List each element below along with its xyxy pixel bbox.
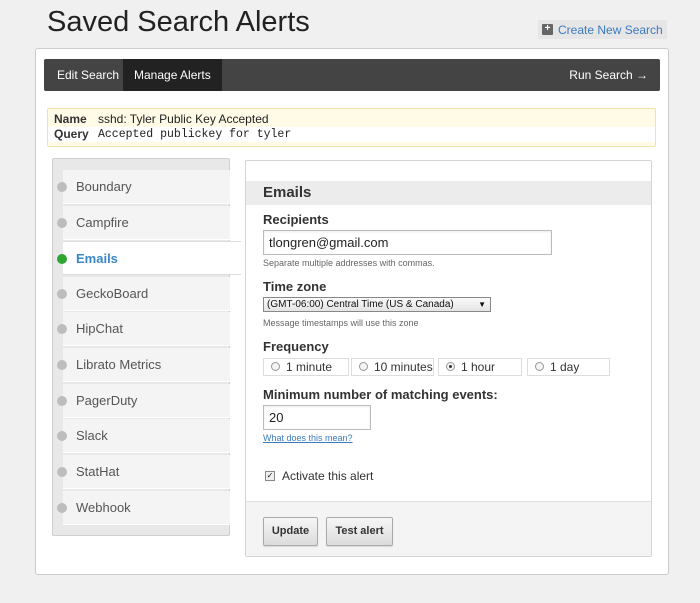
timezone-select[interactable]: (GMT-06:00) Central Time (US & Canada) ▼ xyxy=(263,297,491,312)
status-dot xyxy=(57,360,67,370)
timezone-value: (GMT-06:00) Central Time (US & Canada) xyxy=(267,299,454,310)
sidebar-item-campfire[interactable]: Campfire xyxy=(57,206,230,240)
sidebar-item-label: Emails xyxy=(76,251,118,266)
sidebar-item-label: Webhook xyxy=(76,500,131,515)
status-dot xyxy=(57,431,67,441)
sidebar-item-label: Slack xyxy=(76,428,108,443)
sidebar-item-label: PagerDuty xyxy=(76,393,138,408)
sidebar-item-slack[interactable]: Slack xyxy=(57,419,230,453)
run-search-link[interactable]: Run Search → xyxy=(569,59,648,91)
status-dot-active xyxy=(57,254,67,264)
frequency-label: Frequency xyxy=(263,339,329,354)
sidebar-item-label: Librato Metrics xyxy=(76,357,162,372)
sidebar-item-geckoboard[interactable]: GeckoBoard xyxy=(57,277,230,311)
min-events-input[interactable] xyxy=(263,405,371,430)
chevron-down-icon: ▼ xyxy=(478,300,486,309)
frequency-option-label: 1 hour xyxy=(461,360,496,374)
update-button[interactable]: Update xyxy=(263,517,318,546)
tab-edit-search[interactable]: Edit Search xyxy=(46,59,130,91)
timezone-label: Time zone xyxy=(263,279,327,294)
status-dot xyxy=(57,467,67,477)
radio-icon xyxy=(535,362,544,371)
search-name: sshd: Tyler Public Key Accepted xyxy=(98,112,269,126)
frequency-option-1-hour[interactable]: 1 hour xyxy=(438,358,522,376)
status-dot xyxy=(57,182,67,192)
activate-label: Activate this alert xyxy=(282,469,374,483)
sidebar-item-hipchat[interactable]: HipChat xyxy=(57,312,230,346)
email-alert-panel: Emails Recipients Separate multiple addr… xyxy=(245,160,652,557)
panel-heading: Emails xyxy=(246,181,651,205)
sidebar-item-label: GeckoBoard xyxy=(76,286,149,301)
frequency-option-label: 1 minute xyxy=(286,360,333,374)
frequency-option-10-minutes[interactable]: 10 minutes xyxy=(351,358,434,376)
status-dot xyxy=(57,324,67,334)
frequency-option-1-minute[interactable]: 1 minute xyxy=(263,358,349,376)
sidebar-item-label: Campfire xyxy=(76,215,129,230)
status-dot xyxy=(57,289,67,299)
frequency-option-label: 1 day xyxy=(550,360,580,374)
sidebar-item-boundary[interactable]: Boundary xyxy=(57,170,230,204)
recipients-input[interactable] xyxy=(263,230,552,255)
sidebar-item-emails[interactable]: Emails xyxy=(57,241,241,275)
sidebar-item-label: Boundary xyxy=(76,179,132,194)
what-does-this-mean-link[interactable]: What does this mean? xyxy=(263,433,353,443)
query-label: Query xyxy=(54,127,89,141)
radio-icon xyxy=(271,362,280,371)
timezone-hint: Message timestamps will use this zone xyxy=(263,318,419,328)
tab-manage-alerts[interactable]: Manage Alerts xyxy=(123,59,222,91)
plus-icon: + xyxy=(542,24,553,35)
name-label: Name xyxy=(54,112,87,126)
search-info: Name sshd: Tyler Public Key Accepted Que… xyxy=(47,108,656,147)
status-dot xyxy=(57,503,67,513)
recipients-label: Recipients xyxy=(263,212,329,227)
status-dot xyxy=(57,396,67,406)
frequency-option-label: 10 minutes xyxy=(374,360,433,374)
recipients-hint: Separate multiple addresses with commas. xyxy=(263,258,435,268)
alert-type-sidebar: Boundary Campfire Emails GeckoBoard HipC… xyxy=(52,158,241,536)
min-events-label: Minimum number of matching events: xyxy=(263,387,498,402)
sidebar-item-webhook[interactable]: Webhook xyxy=(57,491,230,525)
sidebar-item-stathat[interactable]: StatHat xyxy=(57,455,230,489)
top-nav: Edit Search Manage Alerts Run Search → xyxy=(44,59,660,91)
create-new-search-link[interactable]: + Create New Search xyxy=(538,20,667,39)
activate-checkbox[interactable]: ✓ xyxy=(265,471,275,481)
status-dot xyxy=(57,218,67,228)
sidebar-item-pagerduty[interactable]: PagerDuty xyxy=(57,384,230,418)
panel-footer: Update Test alert xyxy=(246,501,651,556)
sidebar-item-label: StatHat xyxy=(76,464,120,479)
search-query: Accepted publickey for tyler xyxy=(98,128,292,141)
radio-icon xyxy=(359,362,368,371)
sidebar-item-librato-metrics[interactable]: Librato Metrics xyxy=(57,348,230,382)
create-new-search-label: Create New Search xyxy=(558,22,663,37)
frequency-option-1-day[interactable]: 1 day xyxy=(527,358,610,376)
page-title: Saved Search Alerts xyxy=(47,6,310,38)
sidebar-item-label: HipChat xyxy=(76,321,123,336)
radio-selected-icon xyxy=(446,362,455,371)
test-alert-button[interactable]: Test alert xyxy=(326,517,393,546)
